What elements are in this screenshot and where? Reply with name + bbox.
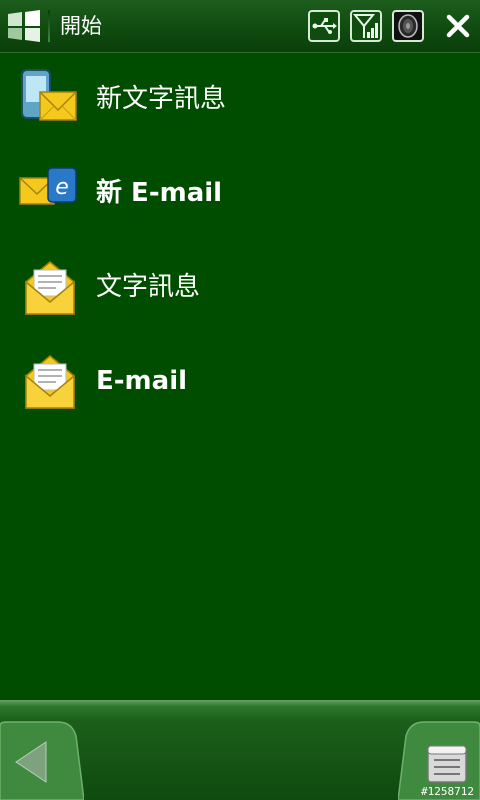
title-separator <box>48 10 50 42</box>
volume-icon[interactable] <box>392 10 424 42</box>
sms-envelope-icon <box>25 261 75 315</box>
usb-icon[interactable] <box>308 10 340 42</box>
list-item-label: E-mail <box>96 366 188 396</box>
new-email-icon: e <box>19 167 77 205</box>
list-item-label: 新文字訊息 <box>96 84 227 114</box>
email-envelope-icon <box>25 355 75 409</box>
list-item-new-sms[interactable]: 新文字訊息 <box>0 52 480 146</box>
windows-start-logo[interactable] <box>4 8 44 44</box>
back-button[interactable] <box>0 720 84 800</box>
new-sms-icon <box>21 69 77 121</box>
list-item-sms[interactable]: 文字訊息 <box>0 240 480 334</box>
watermark: #1258712 <box>421 785 474 798</box>
bottom-bar: #1258712 <box>0 700 480 800</box>
signal-icon[interactable] <box>350 10 382 42</box>
svg-text:e: e <box>55 175 69 200</box>
list-item-label: 新 E-mail <box>96 178 223 208</box>
close-icon[interactable] <box>440 8 476 44</box>
list-item-email[interactable]: E-mail <box>0 334 480 428</box>
menu-icon <box>427 745 467 783</box>
list-item-label: 文字訊息 <box>96 272 201 302</box>
page-title: 開始 <box>60 14 102 38</box>
title-bar: 開始 <box>0 0 480 53</box>
message-menu-list: 新文字訊息 e 新 E-mail 文字訊息 E-mail <box>0 52 480 428</box>
list-item-new-email[interactable]: e 新 E-mail <box>0 146 480 240</box>
